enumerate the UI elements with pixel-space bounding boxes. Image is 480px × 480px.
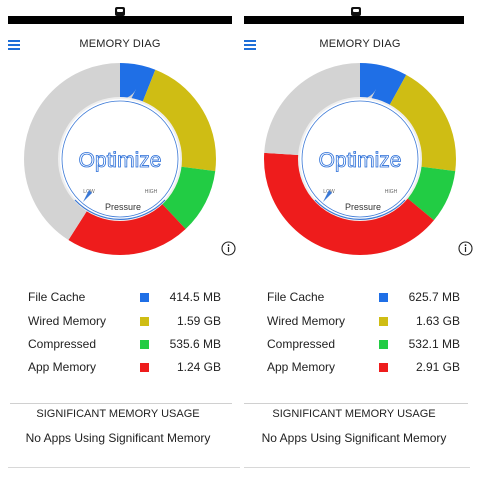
pressure-high-label: HIGH	[145, 189, 158, 195]
legend-row: Wired Memory 1.59 GB	[8, 314, 240, 332]
legend-value: 2.91 GB	[415, 360, 460, 374]
legend-value: 1.59 GB	[176, 314, 221, 328]
legend-value: 1.24 GB	[176, 360, 221, 374]
info-circle-icon[interactable]	[221, 241, 236, 256]
legend-row: App Memory 2.91 GB	[244, 360, 476, 378]
bottom-divider	[244, 467, 470, 468]
significant-usage-title: SIGNIFICANT MEMORY USAGE	[36, 408, 200, 420]
camera-notch-icon	[351, 7, 361, 16]
legend-row: Compressed 535.6 MB	[8, 337, 240, 355]
legend-swatch	[379, 340, 388, 349]
legend-row: Wired Memory 1.63 GB	[244, 314, 476, 332]
memory-panel-right: MEMORY DIAG Optimize Pressure LOW HIGH F…	[244, 0, 476, 480]
legend-value: 1.63 GB	[415, 314, 460, 328]
page-title: MEMORY DIAG	[79, 38, 161, 50]
pressure-dial-label: Pressure	[345, 202, 381, 212]
memory-donut-chart: Optimize Pressure LOW HIGH	[264, 63, 456, 255]
legend-label: Wired Memory	[267, 314, 346, 328]
page-title: MEMORY DIAG	[319, 38, 401, 50]
legend-label: File Cache	[28, 290, 86, 304]
legend-swatch	[140, 363, 149, 372]
legend-value: 535.6 MB	[169, 337, 221, 351]
legend-swatch	[379, 293, 388, 302]
legend-swatch	[379, 317, 388, 326]
legend-label: Compressed	[267, 337, 336, 351]
legend-swatch	[379, 363, 388, 372]
significant-usage-title: SIGNIFICANT MEMORY USAGE	[272, 408, 436, 420]
significant-usage-message: No Apps Using Significant Memory	[261, 431, 447, 445]
memory-donut-chart: Optimize Pressure LOW HIGH	[24, 63, 216, 255]
legend-label: File Cache	[267, 290, 325, 304]
status-bar	[8, 16, 232, 24]
legend-value: 532.1 MB	[408, 337, 460, 351]
optimize-button-label[interactable]: Optimize	[78, 149, 162, 173]
section-divider	[10, 403, 232, 404]
bottom-divider	[8, 467, 240, 468]
legend-row: Compressed 532.1 MB	[244, 337, 476, 355]
legend-label: App Memory	[267, 360, 336, 374]
significant-usage-message: No Apps Using Significant Memory	[25, 431, 211, 445]
optimize-button-label[interactable]: Optimize	[318, 149, 402, 173]
memory-panel-left: MEMORY DIAG Optimize Pressure LOW HIGH F…	[8, 0, 240, 480]
legend-swatch	[140, 340, 149, 349]
legend-label: Compressed	[28, 337, 97, 351]
legend-swatch	[140, 317, 149, 326]
pressure-dial-label: Pressure	[105, 202, 141, 212]
legend-row: File Cache 625.7 MB	[244, 290, 476, 308]
status-bar	[244, 16, 464, 24]
legend-value: 625.7 MB	[408, 290, 460, 304]
legend-row: File Cache 414.5 MB	[8, 290, 240, 308]
hamburger-menu-icon[interactable]	[244, 40, 256, 50]
legend-value: 414.5 MB	[169, 290, 221, 304]
info-circle-icon[interactable]	[458, 241, 473, 256]
camera-notch-icon	[115, 7, 125, 16]
legend-label: Wired Memory	[28, 314, 107, 328]
legend-swatch	[140, 293, 149, 302]
hamburger-menu-icon[interactable]	[8, 40, 20, 50]
pressure-high-label: HIGH	[385, 189, 398, 195]
legend-label: App Memory	[28, 360, 97, 374]
legend-row: App Memory 1.24 GB	[8, 360, 240, 378]
section-divider	[244, 403, 468, 404]
